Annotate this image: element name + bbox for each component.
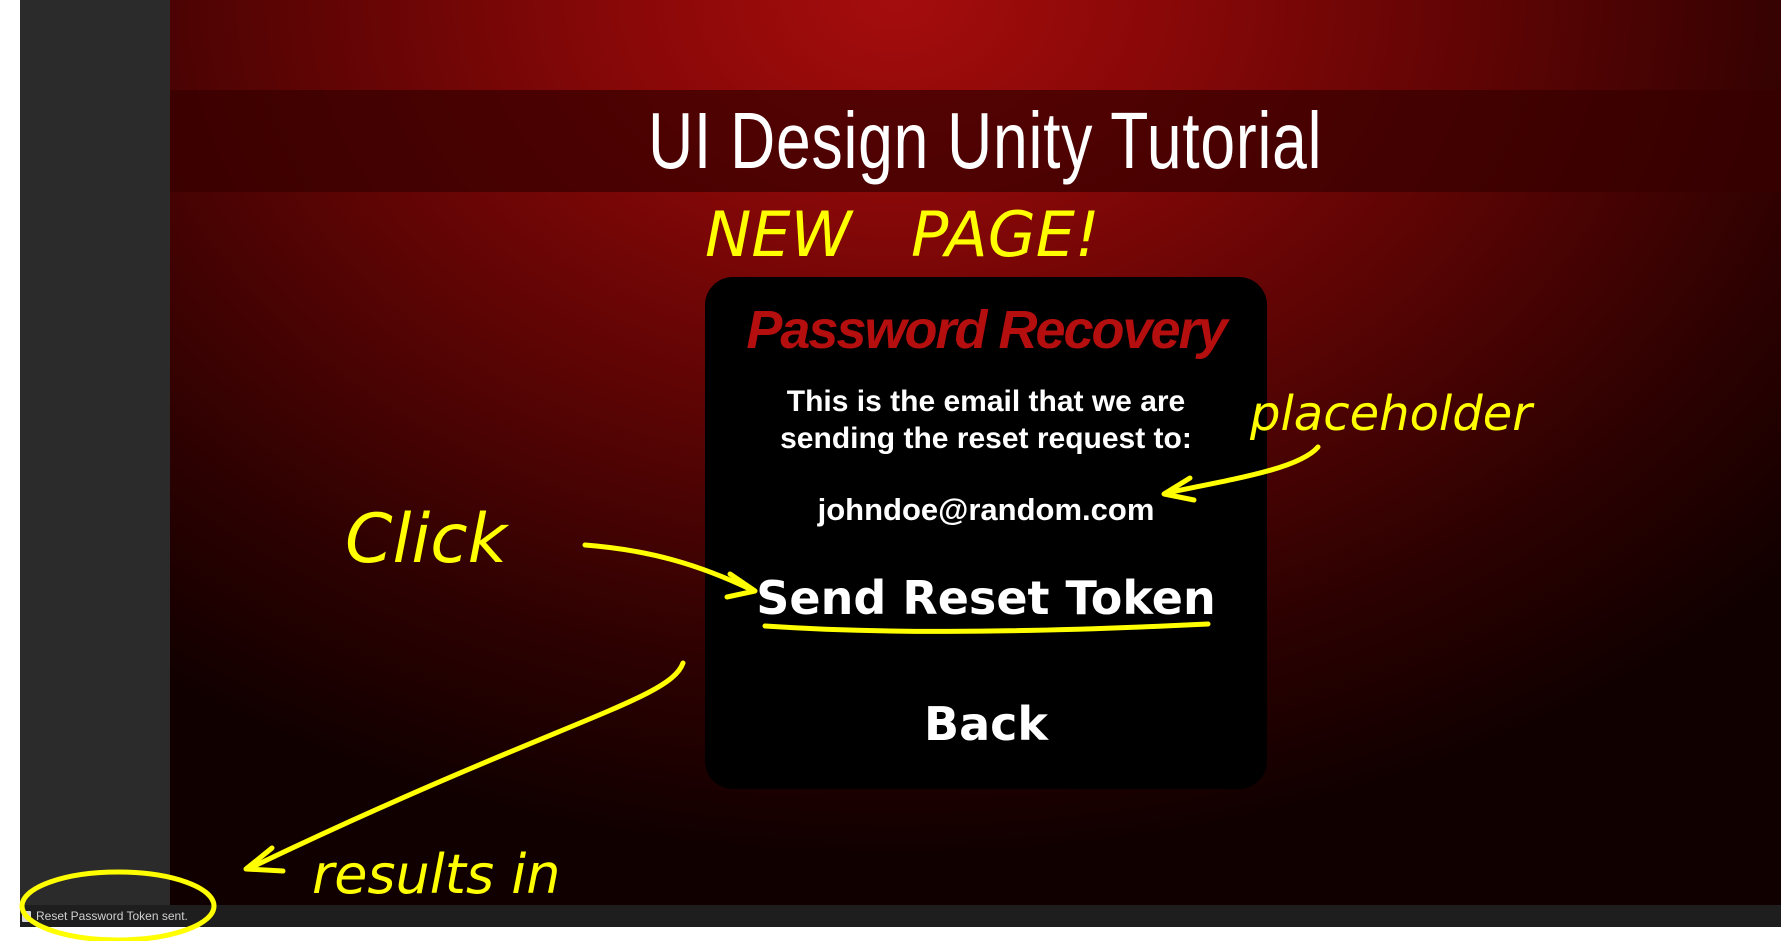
back-button[interactable]: Back — [845, 693, 1127, 755]
title-banner: UI Design Unity Tutorial — [170, 90, 1781, 192]
console-status-bar[interactable]: Reset Password Token sent. — [20, 905, 1781, 927]
panel-title: Password Recovery — [746, 300, 1227, 360]
panel-description: This is the email that we are sending th… — [780, 385, 1192, 455]
editor-side-panel — [20, 0, 170, 905]
game-view: UI Design Unity Tutorial Password Recove… — [170, 0, 1781, 905]
console-message: Reset Password Token sent. — [36, 909, 188, 923]
send-reset-token-button[interactable]: Send Reset Token — [745, 567, 1227, 629]
password-recovery-panel: Password Recovery This is the email that… — [705, 277, 1267, 789]
screenshot-stage: UI Design Unity Tutorial Password Recove… — [0, 0, 1788, 941]
game-title: UI Design Unity Tutorial — [648, 96, 1323, 185]
window-left-edge — [0, 0, 20, 941]
info-icon — [22, 910, 31, 922]
email-display-field[interactable]: johndoe@random.com — [725, 487, 1247, 533]
